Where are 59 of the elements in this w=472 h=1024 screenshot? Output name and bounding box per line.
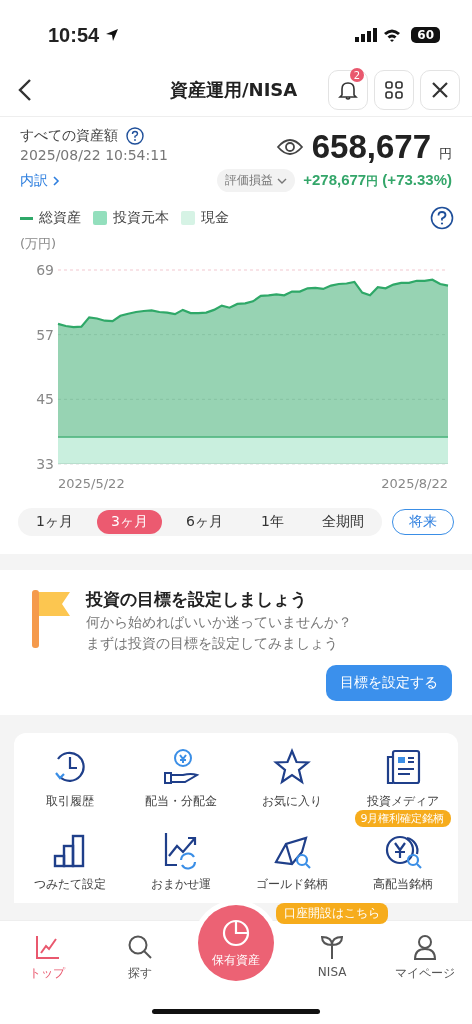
y-axis-unit: (万円) [20, 236, 57, 251]
shortcut-label[interactable]: 取引履歴 [45, 793, 94, 810]
y-axis-label: 69 [36, 262, 54, 278]
shortcut-label[interactable]: 高配当銘柄 [372, 876, 433, 893]
period-tab[interactable]: 全期間 [308, 510, 378, 534]
tab-bar-item[interactable]: 探す [104, 933, 175, 982]
goal-description: 何から始めればいいか迷っていませんか？ [86, 614, 352, 632]
goal-title: 投資の目標を設定しましょう [86, 588, 308, 611]
shortcut-label[interactable]: 投資メディア [366, 793, 439, 810]
tab-bar-item[interactable]: マイページ [390, 933, 461, 982]
notification-count: 2 [350, 68, 364, 82]
period-tab[interactable]: 6ヶ月 [172, 510, 237, 534]
tooltip: 口座開設はこちら [276, 903, 389, 924]
chevron-right-icon [52, 174, 60, 187]
shortcut-label[interactable]: つみたて設定 [33, 876, 106, 893]
star-icon[interactable] [271, 747, 312, 787]
flag-icon [30, 588, 70, 650]
currency-unit: 円 [439, 145, 452, 163]
goal-description: まずは投資の目標を設定してみましょう [86, 635, 339, 653]
breakdown-link[interactable]: 内訳 [20, 171, 60, 190]
total-amount: 658,677 [311, 130, 431, 163]
status-time: 10:54 [48, 23, 100, 47]
grid-icon [384, 80, 404, 100]
legend-label: 投資元本 [113, 209, 169, 227]
battery-level: 60 [411, 27, 440, 43]
legend-label: 総資産 [39, 209, 81, 227]
close-icon [430, 80, 450, 100]
pie-chart-icon [220, 917, 251, 948]
close-button[interactable] [420, 70, 460, 110]
help-icon[interactable] [430, 206, 454, 230]
chevron-down-icon [277, 176, 288, 185]
y-axis-label: 33 [36, 456, 54, 472]
legend-label: 現金 [201, 209, 229, 227]
x-axis-label: 2025/8/22 [381, 476, 448, 491]
back-chevron-icon [18, 78, 32, 102]
page-title: 資産運用/NISA [170, 78, 298, 102]
total-assets-label: すべての資産額 [20, 127, 118, 145]
x-axis-label: 2025/5/22 [58, 476, 125, 491]
signal-icon [355, 28, 378, 42]
period-tab[interactable]: 1ヶ月 [22, 510, 87, 534]
bell-icon [337, 79, 359, 101]
help-icon[interactable] [126, 127, 144, 145]
shortcut-label[interactable]: 配当・分配金 [144, 793, 217, 810]
wifi-icon [383, 28, 402, 42]
eye-icon[interactable] [275, 137, 304, 157]
notification-button[interactable] [328, 70, 368, 110]
gain-amount: +278,677円 (+73.33%) [303, 171, 452, 190]
shortcut-badge: 9月権利確定銘柄 [354, 810, 451, 827]
y-axis-label: 57 [36, 326, 54, 343]
y-axis-label: 45 [36, 391, 54, 408]
shortcut-label[interactable]: ゴールド銘柄 [255, 876, 328, 893]
tab-bar-item[interactable]: トップ [11, 933, 82, 982]
location-arrow-icon [105, 28, 120, 42]
filter-dropdown[interactable]: 評価損益 [217, 169, 296, 192]
timestamp: 2025/08/22 10:54:11 [20, 147, 169, 163]
shortcut-label[interactable]: お気に入り [261, 793, 322, 810]
menu-grid-button[interactable] [374, 70, 414, 110]
shortcut-label[interactable]: おまかせ運 [150, 876, 211, 893]
period-tab[interactable]: 1年 [247, 510, 298, 534]
